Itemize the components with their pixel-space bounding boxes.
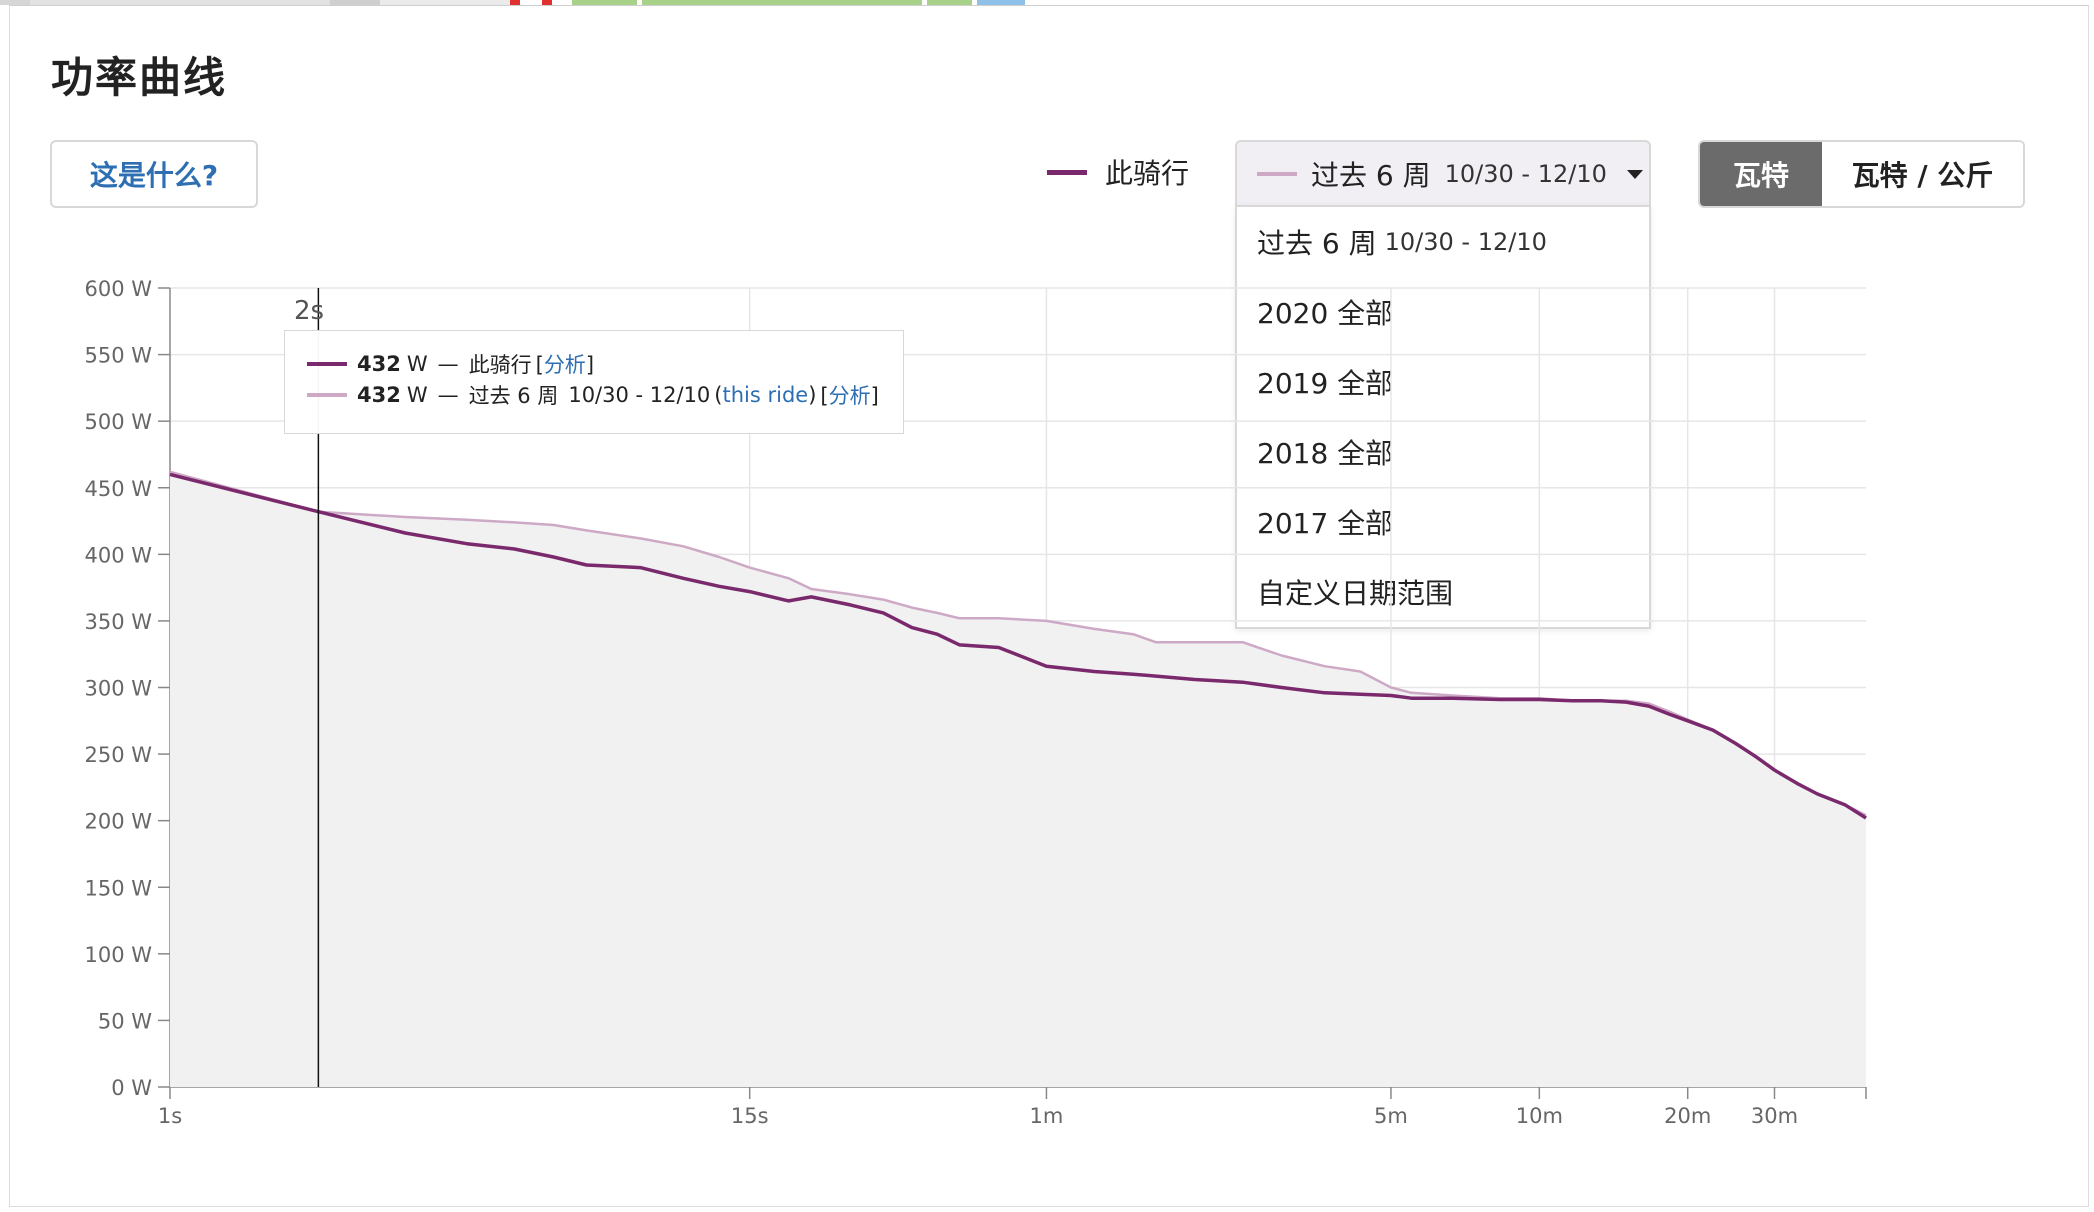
y-tick-label: 200 W [84,810,152,834]
tooltip-swatch-past [307,393,347,397]
x-tick-label: 20m [1664,1104,1711,1128]
x-tick-label: 15s [731,1104,769,1128]
tooltip-this-ride-wrap: (this ride) [714,383,817,407]
tooltip-dash: — [437,383,459,407]
x-tick-label: 30m [1751,1104,1798,1128]
tooltip-analyze-link-wrap: [分析] [535,353,595,377]
tooltip-value: 432 [357,352,401,376]
tooltip-analyze-link[interactable]: 分析 [544,353,586,377]
y-tick-label: 450 W [84,477,152,501]
y-tick-label: 600 W [84,277,152,301]
x-tick-label: 10m [1516,1104,1563,1128]
y-tick-label: 550 W [84,344,152,368]
y-tick-label: 300 W [84,677,152,701]
y-tick-label: 350 W [84,610,152,634]
tooltip-row-this-ride: 432 W — 此骑行 [分析] [307,349,594,379]
tooltip-dates: 10/30 - 12/10 [568,383,711,407]
hover-time-label: 2s [294,296,325,326]
y-tick-label: 400 W [84,543,152,567]
y-tick-label: 100 W [84,943,152,967]
y-tick-label: 500 W [84,410,152,434]
y-tick-label: 250 W [84,743,152,767]
tooltip-series-name: 过去 6 周 [468,384,559,408]
tooltip-series-name: 此骑行 [468,353,532,377]
y-tick-label: 50 W [98,1009,152,1033]
tooltip-value: 432 [357,383,401,407]
x-tick-label: 1s [158,1104,182,1128]
tooltip-swatch-this-ride [307,362,347,366]
tooltip-analyze-link-wrap: [分析] [820,384,879,408]
tooltip-row-past: 432 W — 过去 6 周 10/30 - 12/10 (this ride)… [307,380,879,410]
y-tick-label: 0 W [111,1076,152,1100]
power-curve-chart[interactable]: 0 W 50 W 100 W 150 W 200 W 250 W 300 W 350 W 400… [0,0,2094,1212]
area-fill [170,471,1866,1087]
tooltip-dash: — [437,352,459,376]
tooltip-this-ride-link[interactable]: this ride [723,383,809,407]
y-tick-label: 150 W [84,876,152,900]
tooltip-unit: W [406,352,428,376]
tooltip-analyze-link[interactable]: 分析 [829,384,871,408]
x-tick-label: 5m [1374,1104,1408,1128]
chart-tooltip: 432 W — 此骑行 [分析] 432 W — 过去 6 周 10/30 - … [284,330,904,434]
x-tick-label: 1m [1030,1104,1064,1128]
tooltip-unit: W [406,383,428,407]
